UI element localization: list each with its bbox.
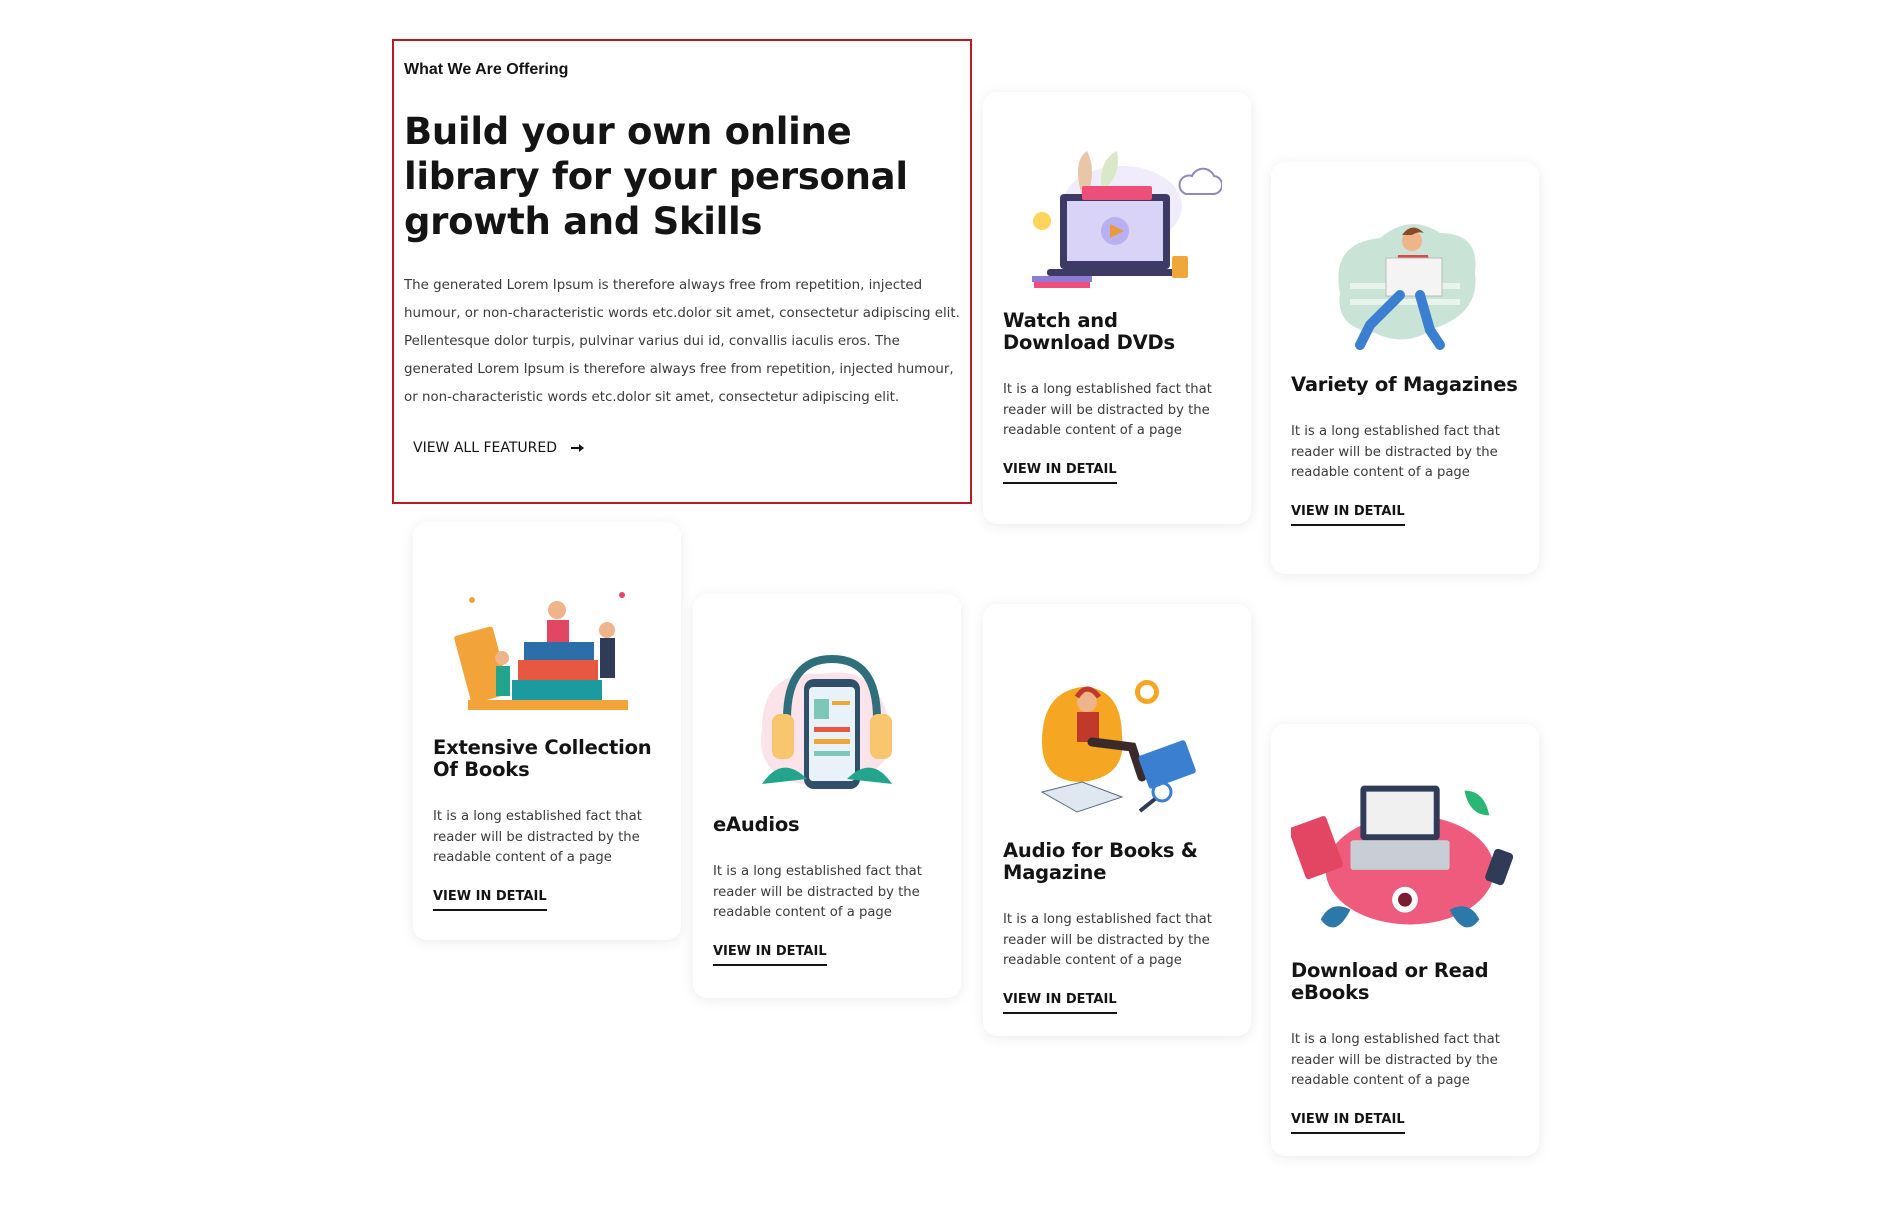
desk-laptop-ebooks-illustration (1291, 724, 1519, 960)
section-description: The generated Lorem Ipsum is therefore a… (404, 278, 960, 405)
card-magazines: Variety of Magazines It is a long establ… (1271, 162, 1539, 574)
card-title: Download or Read eBooks (1291, 959, 1489, 1004)
card-title: eAudios (713, 813, 800, 836)
view-in-detail-link[interactable]: VIEW IN DETAIL (1003, 992, 1117, 1014)
phone-headphones-illustration (713, 594, 941, 814)
person-beanbag-listening-illustration (1003, 604, 1231, 840)
view-all-featured-link[interactable]: VIEW ALL FEATURED (413, 440, 585, 456)
card-eaudios: eAudios It is a long established fact th… (693, 594, 961, 998)
man-reading-newspaper-illustration (1291, 162, 1519, 374)
section-eyebrow: What We Are Offering (404, 61, 569, 78)
card-text: It is a long established fact that reade… (433, 809, 642, 865)
card-ebooks: Download or Read eBooks It is a long est… (1271, 724, 1539, 1156)
card-audio-books: Audio for Books & Magazine It is a long … (983, 604, 1251, 1036)
view-all-label: VIEW ALL FEATURED (413, 440, 558, 456)
view-in-detail-link[interactable]: VIEW IN DETAIL (713, 944, 827, 966)
card-title: Audio for Books & Magazine (1003, 839, 1198, 884)
card-text: It is a long established fact that reade… (1291, 424, 1500, 480)
card-title: Watch and Download DVDs (1003, 309, 1175, 354)
offering-intro: What We Are Offering Build your own onli… (392, 39, 972, 504)
card-text: It is a long established fact that reade… (713, 864, 922, 920)
card-text: It is a long established fact that reade… (1291, 1032, 1500, 1088)
card-text: It is a long established fact that reade… (1003, 382, 1212, 438)
card-text: It is a long established fact that reade… (1003, 912, 1212, 968)
view-in-detail-link[interactable]: VIEW IN DETAIL (1291, 504, 1405, 526)
card-books: Extensive Collection Of Books It is a lo… (413, 522, 681, 940)
card-title: Variety of Magazines (1291, 373, 1518, 396)
view-in-detail-link[interactable]: VIEW IN DETAIL (433, 889, 547, 911)
card-title: Extensive Collection Of Books (433, 736, 652, 781)
card-dvds: Watch and Download DVDs It is a long est… (983, 92, 1251, 524)
section-headline: Build your own online library for your p… (404, 110, 908, 243)
view-in-detail-link[interactable]: VIEW IN DETAIL (1291, 1112, 1405, 1134)
arrow-right-icon (571, 443, 585, 453)
people-on-books-illustration (433, 522, 661, 737)
laptop-video-illustration (1003, 92, 1231, 310)
view-in-detail-link[interactable]: VIEW IN DETAIL (1003, 462, 1117, 484)
